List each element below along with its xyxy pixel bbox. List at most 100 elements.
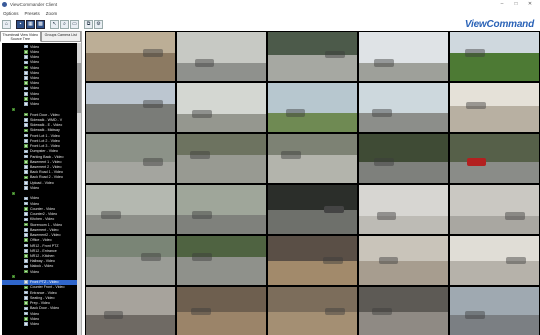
brand-logo: ViewCommand	[464, 18, 534, 30]
camera-feed-tile[interactable]	[177, 83, 266, 132]
camera-feed-tile[interactable]	[359, 185, 448, 234]
tree-item-label: Office - Video	[30, 238, 52, 243]
camera-feed-tile[interactable]	[177, 287, 266, 335]
tab-groups-camera-list[interactable]: Groups Camera List	[40, 31, 81, 42]
tree-item-label: Upload - Video	[30, 180, 54, 185]
home-icon[interactable]: ⌂	[2, 19, 11, 29]
pointer-icon[interactable]: ↖	[50, 19, 59, 29]
playback-icon[interactable]: ▭	[70, 19, 79, 29]
camera-feed-tile[interactable]	[268, 134, 357, 183]
camera-feed-tile[interactable]	[450, 83, 539, 132]
tree-item-label: Dumpster - Video	[30, 149, 58, 154]
tree-item-label: Basement 1 - Video	[30, 159, 62, 164]
layout-1x1-icon[interactable]: ▪	[16, 19, 25, 29]
scene-object	[142, 100, 163, 108]
camera-icon	[24, 180, 28, 185]
sidebar: Thumbnail View Video Source Tree Groups …	[0, 31, 82, 335]
camera-feed-tile[interactable]	[86, 236, 175, 285]
camera-icon	[24, 133, 28, 138]
camera-icon	[24, 301, 28, 305]
camera-feed-tile[interactable]	[268, 287, 357, 335]
tree-item-label: Nalock - Video	[30, 264, 54, 269]
camera-feed-tile[interactable]	[450, 185, 539, 234]
camera-feed-tile[interactable]	[450, 236, 539, 285]
camera-feed-image	[177, 155, 266, 183]
menu-zoom[interactable]: Zoom	[46, 11, 58, 16]
camera-feed-tile[interactable]	[359, 83, 448, 132]
camera-icon	[24, 243, 28, 248]
tree-item-label: Sidewalk - Midway	[30, 128, 60, 133]
camera-icon	[24, 322, 28, 326]
camera-feed-tile[interactable]	[86, 134, 175, 183]
scrollbar-thumb[interactable]	[77, 63, 81, 113]
tree-item-label: Video	[30, 196, 40, 201]
camera-feed-tile[interactable]	[177, 236, 266, 285]
camera-feed-tile[interactable]	[359, 134, 448, 183]
camera-feed-image	[86, 214, 175, 234]
folder-icon	[12, 275, 15, 279]
maximize-button[interactable]: □	[512, 0, 520, 8]
camera-icon	[24, 60, 28, 65]
tree-item-label: Front PTZ - Video	[30, 280, 59, 285]
camera-feed-tile[interactable]	[86, 83, 175, 132]
layout-2x2-icon[interactable]: ▦	[26, 19, 35, 29]
tree-item-label: Basement - Video	[30, 227, 59, 232]
camera-icon	[24, 296, 28, 300]
camera-feed-image	[268, 311, 357, 335]
camera-feed-tile[interactable]	[268, 83, 357, 132]
settings-icon[interactable]: ⚙	[94, 19, 103, 29]
camera-feed-tile[interactable]	[86, 185, 175, 234]
tree-item-label: Video	[30, 60, 40, 65]
tree-item-label: Parking Back - Video	[30, 154, 64, 159]
scene-object	[324, 50, 345, 59]
tree-item-label: Counter - Video	[30, 206, 56, 211]
camera-feed-image	[268, 54, 357, 81]
camera-feed-image	[359, 63, 448, 81]
scene-object	[376, 212, 397, 221]
zoom-icon[interactable]: ⌕	[60, 19, 69, 29]
camera-icon	[24, 269, 28, 274]
tree-scrollbar[interactable]	[77, 43, 81, 335]
menu-presets[interactable]: Presets	[25, 11, 40, 16]
menu-bar: Options Presets Zoom	[0, 9, 540, 17]
camera-feed-tile[interactable]	[268, 236, 357, 285]
camera-feed-image	[268, 155, 357, 183]
tree-item-label: Hallway - Video	[30, 259, 55, 264]
scene-object	[374, 59, 394, 68]
layout-grid-icon[interactable]: ▩	[36, 19, 45, 29]
folder-icon	[12, 191, 15, 195]
camera-feed-image	[359, 161, 448, 183]
camera-feed-image	[450, 105, 539, 132]
camera-feed-tile[interactable]	[450, 287, 539, 335]
camera-feed-tile[interactable]	[177, 185, 266, 234]
camera-feed-tile[interactable]	[177, 32, 266, 81]
tab-video-source-tree[interactable]: Thumbnail View Video Source Tree	[0, 31, 41, 42]
camera-feed-image	[86, 53, 175, 81]
camera-feed-tile[interactable]	[359, 236, 448, 285]
camera-icon	[24, 81, 28, 86]
scene-object	[103, 311, 124, 319]
camera-icon	[24, 86, 28, 91]
window-controls: – □ ✕	[498, 0, 540, 8]
camera-feed-tile[interactable]	[268, 32, 357, 81]
camera-icon	[24, 175, 28, 180]
camera-icon	[24, 44, 28, 49]
camera-feed-tile[interactable]	[450, 32, 539, 81]
camera-feed-tile[interactable]	[359, 32, 448, 81]
network-icon[interactable]: ⧉	[84, 19, 93, 29]
camera-feed-tile[interactable]	[86, 287, 175, 335]
camera-feed-tile[interactable]	[177, 134, 266, 183]
camera-feed-tile[interactable]	[450, 134, 539, 183]
camera-feed-tile[interactable]	[268, 185, 357, 234]
camera-feed-image	[450, 53, 539, 81]
minimize-button[interactable]: –	[498, 0, 506, 8]
camera-icon	[24, 76, 28, 80]
tree-camera-item[interactable]: Video	[2, 321, 78, 326]
close-button[interactable]: ✕	[526, 0, 534, 8]
camera-icon	[24, 311, 28, 316]
menu-options[interactable]: Options	[3, 11, 19, 16]
camera-icon	[24, 102, 28, 106]
tree-item-label: Video	[30, 81, 40, 86]
camera-feed-tile[interactable]	[86, 32, 175, 81]
camera-feed-tile[interactable]	[359, 287, 448, 335]
